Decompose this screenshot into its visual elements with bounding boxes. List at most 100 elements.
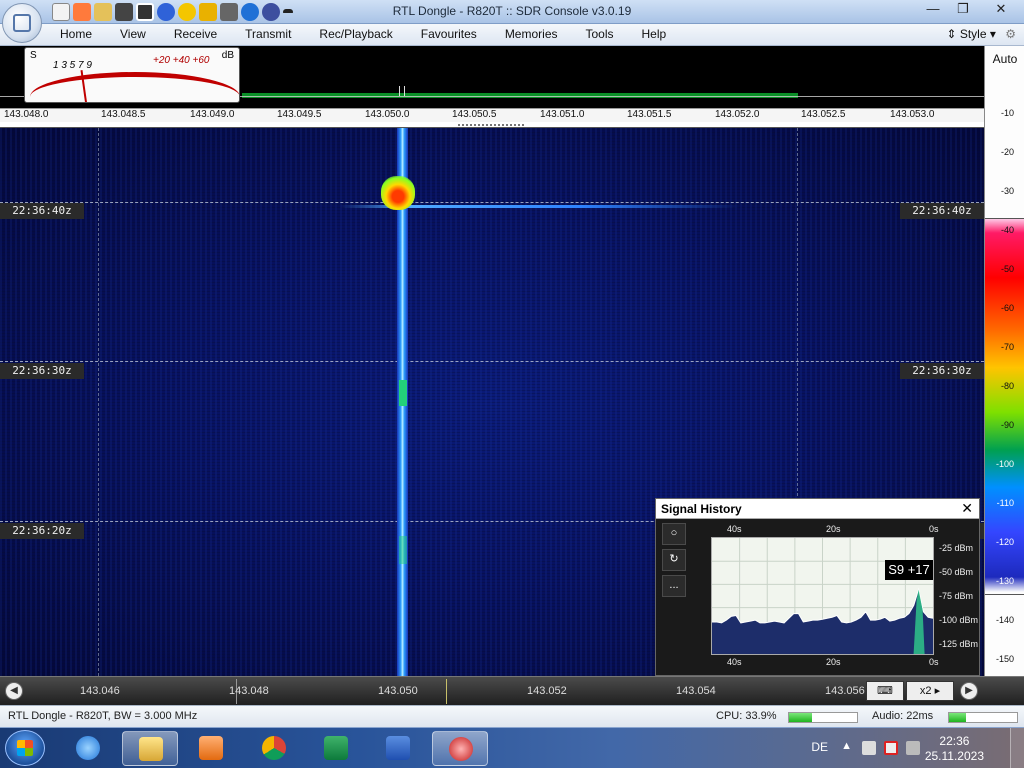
band-frequency-label: 143.056: [825, 685, 865, 697]
level-scale-label: -90: [1000, 420, 1014, 430]
sdr-console-taskbar-button[interactable]: [432, 731, 488, 766]
system-tray: DE ▲ 22:36 25.11.2023: [804, 728, 1024, 768]
close-button[interactable]: ✕: [978, 0, 1024, 20]
signal-history-dbm-label: -125 dBm: [939, 639, 979, 649]
zoom-selector[interactable]: x2 ▸: [906, 681, 954, 701]
level-scale-label: -130: [995, 576, 1014, 586]
frequency-ruler-label: 143.048.5: [101, 109, 146, 120]
level-scale-label: -100: [995, 459, 1014, 469]
network-icon[interactable]: [884, 741, 898, 755]
frequency-ruler[interactable]: 143.048.0 143.048.5 143.049.0 143.049.5 143.…: [0, 108, 984, 122]
waterfall-grid-line: [98, 128, 99, 676]
zoom-value: x2: [919, 685, 932, 697]
windows-logo-icon: [17, 740, 33, 756]
audio-buffer-fill: [949, 713, 966, 722]
clock-date: 25.11.2023: [924, 749, 984, 763]
clock-time: 22:36: [939, 734, 970, 748]
signal-history-close-button[interactable]: ✕: [961, 500, 973, 517]
signal-burst: [381, 176, 415, 210]
menu-item-home[interactable]: Home: [50, 27, 102, 41]
app-menu-button[interactable]: [2, 3, 42, 43]
frequency-navigation-bar[interactable]: ◀ 143.046 143.048 143.050 143.052 143.054 143…: [0, 676, 1024, 705]
scroll-right-button[interactable]: ▶: [960, 682, 978, 700]
time-tag-left: 22:36:20z: [0, 523, 84, 539]
status-bar: RTL Dongle - R820T, BW = 3.000 MHz CPU: …: [0, 705, 1024, 727]
frequency-ruler-label: 143.052.5: [801, 109, 846, 120]
s-meter-db-scale: +20 +40 +60: [153, 55, 210, 66]
keyboard-icon: ⌨: [877, 685, 893, 697]
menu-item-tools[interactable]: Tools: [576, 27, 624, 41]
level-scale-label: -80: [1000, 381, 1014, 391]
signal-history-titlebar[interactable]: Signal History ✕: [656, 499, 979, 519]
menu-item-transmit[interactable]: Transmit: [235, 27, 301, 41]
refresh-icon[interactable]: ↻: [662, 549, 686, 571]
chrome-icon: [262, 736, 286, 760]
keyboard-button[interactable]: ⌨: [866, 681, 904, 701]
window-controls: — ❐ ✕: [918, 0, 1024, 20]
time-tag-left: 22:36:40z: [0, 203, 84, 219]
start-button[interactable]: [5, 730, 45, 766]
level-scale-label: -60: [1000, 303, 1014, 313]
menu-item-receive[interactable]: Receive: [164, 27, 227, 41]
level-scale-label: -120: [995, 537, 1014, 547]
file-explorer-taskbar-button[interactable]: [122, 731, 178, 766]
cpu-usage-label: CPU: 33.9%: [716, 710, 777, 722]
scroll-left-button[interactable]: ◀: [5, 682, 23, 700]
signal-history-time-label: 40s: [727, 524, 742, 534]
show-desktop-button[interactable]: [1010, 728, 1024, 768]
s-meter-db-label: dB: [221, 50, 234, 61]
frequency-ruler-label: 143.049.0: [190, 109, 235, 120]
spectrum-display[interactable]: S dB 1 3 5 7 9 +20 +40 +60: [0, 46, 984, 108]
language-indicator[interactable]: DE: [811, 740, 828, 754]
time-grid-line: [0, 361, 984, 362]
signal-history-dbm-label: -100 dBm: [939, 615, 979, 625]
frequency-ruler-label: 143.050.5: [452, 109, 497, 120]
level-marker-bottom[interactable]: [985, 594, 1024, 595]
menu-item-rec-playback[interactable]: Rec/Playback: [309, 27, 402, 41]
excel-icon: [324, 736, 348, 760]
app-logo-icon: [13, 14, 31, 32]
band-frequency-label: 143.048: [229, 685, 269, 697]
auto-level-button[interactable]: Auto: [985, 52, 1024, 66]
carrier-peak: [399, 86, 405, 96]
level-scale-label: -70: [1000, 342, 1014, 352]
band-frequency-label: 143.052: [527, 685, 567, 697]
signal-history-time-label: 20s: [826, 657, 841, 667]
menu-item-help[interactable]: Help: [632, 27, 677, 41]
frequency-ruler-label: 143.048.0: [4, 109, 49, 120]
menu-item-view[interactable]: View: [110, 27, 156, 41]
resize-handle[interactable]: [458, 124, 524, 126]
usb-icon[interactable]: [862, 741, 876, 755]
menu-item-memories[interactable]: Memories: [495, 27, 568, 41]
band-frequency-label: 143.046: [80, 685, 120, 697]
taskbar-clock[interactable]: 22:36 25.11.2023: [925, 734, 984, 764]
volume-icon[interactable]: [906, 741, 920, 755]
gear-icon[interactable]: ⚙: [1005, 27, 1016, 41]
frequency-ruler-label: 143.051.5: [627, 109, 672, 120]
level-scale[interactable]: Auto -10 -20 -30 -40 -50 -60 -70 -80 -90 -100 -110…: [984, 46, 1024, 676]
signal-history-time-axis-bottom: 40s 20s 0s: [711, 657, 939, 669]
signal-strength-readout: S9 +17: [885, 560, 933, 580]
signal-history-chart: [711, 537, 934, 655]
level-marker-top[interactable]: [985, 218, 1024, 219]
maximize-button[interactable]: ❐: [948, 0, 978, 20]
minimize-button[interactable]: —: [918, 0, 948, 20]
carrier-peak-segment: [399, 380, 407, 406]
menu-item-favourites[interactable]: Favourites: [411, 27, 487, 41]
signal-history-time-label: 0s: [929, 524, 939, 534]
signal-history-dbm-label: -25 dBm: [939, 543, 974, 553]
chrome-taskbar-button[interactable]: [246, 731, 302, 766]
signal-history-tools: ○ ↻...: [662, 523, 686, 601]
internet-explorer-taskbar-button[interactable]: [60, 731, 116, 766]
excel-taskbar-button[interactable]: [308, 731, 364, 766]
word-taskbar-button[interactable]: [370, 731, 426, 766]
style-arrows-icon: ⇕: [946, 27, 960, 41]
style-menu[interactable]: ⇕ Style ▾ ⚙: [946, 27, 1016, 41]
level-scale-label: -110: [996, 498, 1014, 508]
level-color-gradient: [985, 218, 1024, 592]
signal-history-panel: Signal History ✕ ○ ↻... 40s 20s 0s 40s 20s 0s…: [655, 498, 980, 676]
record-icon[interactable]: ○: [662, 523, 686, 545]
media-player-taskbar-button[interactable]: [183, 731, 239, 766]
more-icon[interactable]: ...: [662, 575, 686, 597]
show-hidden-icons-icon[interactable]: ▲: [841, 740, 852, 752]
